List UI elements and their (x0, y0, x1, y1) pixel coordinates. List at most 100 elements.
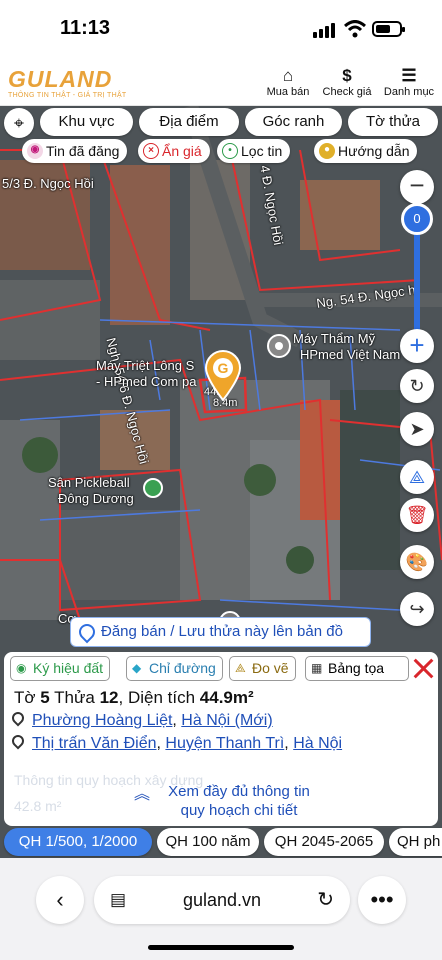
measure-icon: ⟁ (408, 467, 426, 487)
check-gia-label: Check giá (322, 86, 372, 98)
status-time: 11:13 (60, 17, 111, 39)
map-pin-icon (75, 620, 99, 644)
tab-ky-hieu-dat[interactable]: ◉ Ký hiệu đất (10, 656, 111, 681)
sheet-number: 5 (40, 688, 50, 707)
close-panel-button[interactable] (412, 657, 434, 679)
ellipsis-icon: ••• (370, 887, 394, 912)
reload-icon[interactable]: ↻ (317, 876, 334, 924)
measure-button[interactable]: ⟁ (400, 460, 434, 494)
chip-an-gia[interactable]: × Ẩn giá (138, 139, 210, 163)
house-icon: ⌂ (282, 66, 294, 85)
plot-prefix: Thửa (54, 688, 95, 707)
direction-icon: ◆ (132, 661, 142, 675)
navigation-arrow-icon: ➤ (409, 419, 425, 439)
status-bar: 11:13 (0, 0, 442, 58)
chevron-up-icon: ︽ (134, 786, 151, 803)
tab-chi-duong[interactable]: ◆ Chỉ đường (126, 656, 223, 681)
qh-tab-2045-2065[interactable]: QH 2045-2065 (264, 828, 384, 856)
planning-info-value: 42.8 m² (14, 798, 62, 814)
chip-label: Tin đã đăng (46, 143, 120, 159)
city-link[interactable]: Hà Nội (293, 735, 342, 752)
back-button[interactable]: ‹ (36, 876, 84, 924)
tab-label: Đo vẽ (252, 660, 289, 676)
chip-huong-dan[interactable]: ● Hướng dẫn (314, 139, 418, 163)
more-options-button[interactable]: ••• (358, 876, 406, 924)
locate-me-button[interactable]: ⌖ (4, 108, 34, 138)
poi-label: Máy Triệt Lông S (96, 358, 195, 373)
filter-khu-vuc[interactable]: Khu vực (40, 108, 133, 136)
delete-drawing-button[interactable]: 🗑 (400, 498, 434, 532)
palette-icon: ◉ (27, 143, 43, 159)
chip-tin-da-dang[interactable]: ◉ Tin đã đăng (22, 139, 128, 163)
danh-muc-label: Danh mục (383, 86, 435, 98)
dollar-icon: $ (342, 66, 352, 85)
post-listing-button[interactable]: Đăng bán / Lưu thửa này lên bản đồ (70, 617, 371, 647)
tabs-icon: ▤ (110, 890, 127, 909)
poi-label: Sân Pickleball (48, 475, 130, 490)
selected-plot-marker[interactable]: G (203, 349, 243, 401)
chip-label: Ẩn giá (162, 143, 202, 159)
app-header: GULAND THÔNG TIN THẬT - GIÁ TRỊ THẬT ⌂ M… (0, 58, 442, 106)
ward-link[interactable]: Phường Hoàng Liệt (32, 712, 172, 729)
qh-tab-100-nam[interactable]: QH 100 năm (157, 828, 259, 856)
tab-label: Chỉ đường (149, 660, 216, 676)
wifi-icon (344, 20, 366, 38)
zoom-slider-knob[interactable]: 0 (401, 203, 433, 235)
plot-area: 44.9m² (199, 688, 254, 707)
address-bar[interactable]: ▤ guland.vn ↻ (94, 876, 350, 924)
qh-tab-phan-khu[interactable]: QH ph (389, 828, 442, 856)
area-prefix: , Diện tích (118, 688, 196, 707)
guide-icon: ● (319, 143, 335, 159)
tab-do-ve[interactable]: ⟁ Đo vẽ (229, 656, 296, 681)
plot-title: Tờ 5 Thửa 12, Diện tích 44.9m² (14, 688, 254, 708)
zoom-in-button[interactable]: + (400, 329, 434, 363)
crosshair-icon: ⌖ (13, 113, 25, 133)
old-address: Thị trấn Văn Điển, Huyện Thanh Trì, Hà N… (9, 732, 342, 753)
zoom-out-button[interactable]: − (400, 170, 434, 204)
town-link[interactable]: Thị trấn Văn Điển (32, 735, 157, 752)
location-pin-icon (9, 732, 27, 750)
minus-icon: − (409, 170, 425, 200)
view-more-line1: Xem đầy đủ thông tin (168, 783, 310, 800)
new-address: Phường Hoàng Liệt, Hà Nội (Mới) (9, 709, 273, 730)
chip-label: Lọc tin (241, 143, 283, 159)
chevron-left-icon: ‹ (56, 887, 64, 912)
palette-icon: ◉ (16, 661, 27, 675)
chip-label: Hướng dẫn (338, 143, 410, 159)
filter-dia-diem[interactable]: Địa điểm (139, 108, 239, 136)
city-link[interactable]: Hà Nội (Mới) (181, 712, 272, 729)
poi-label: Đông Dương (58, 491, 134, 506)
zoom-slider-track[interactable] (414, 230, 420, 336)
ruler-icon: ⟁ (235, 661, 246, 675)
brand-tagline: THÔNG TIN THẬT - GIÁ TRỊ THẬT (8, 92, 127, 99)
filter-to-thua[interactable]: Tờ thửa (348, 108, 438, 136)
mua-ban-label: Mua bán (266, 86, 310, 98)
tab-label: Bảng tọa độ (328, 660, 385, 676)
chip-loc-tin[interactable]: • Lọc tin (217, 139, 291, 163)
guland-logo[interactable]: GULAND THÔNG TIN THẬT - GIÁ TRỊ THẬT (8, 66, 127, 99)
filter-goc-ranh[interactable]: Góc ranh (245, 108, 342, 136)
danh-muc-button[interactable]: ☰ Danh mục (382, 66, 436, 98)
post-listing-label: Đăng bán / Lưu thửa này lên bản đồ (101, 623, 343, 640)
layer-color-button[interactable]: 🎨 (400, 545, 434, 579)
signal-icon (313, 22, 339, 38)
view-full-planning-button[interactable]: ︽ Xem đầy đủ thông tin quy hoạch chi tiế… (124, 782, 354, 820)
refresh-map-button[interactable]: ↻ (400, 369, 434, 403)
navigate-button[interactable]: ➤ (400, 412, 434, 446)
mua-ban-button[interactable]: ⌂ Mua bán (266, 66, 310, 98)
trash-icon: 🗑 (405, 505, 429, 525)
url-text: guland.vn (182, 890, 262, 910)
refresh-icon: ↻ (409, 376, 425, 396)
tab-label: Ký hiệu đất (33, 660, 104, 676)
check-gia-button[interactable]: $ Check giá (321, 66, 373, 98)
palette-icon: 🎨 (405, 552, 429, 572)
share-button[interactable]: ↪ (400, 592, 434, 626)
qh-tab-1-500[interactable]: QH 1/500, 1/2000 (4, 828, 152, 856)
plus-icon: + (409, 330, 425, 360)
tab-bang-toa-do[interactable]: ▦ Bảng tọa độ (305, 656, 409, 681)
sheet-prefix: Tờ (14, 688, 36, 707)
district-link[interactable]: Huyện Thanh Trì (165, 735, 284, 752)
view-more-line2: quy hoạch chi tiết (180, 802, 298, 819)
home-indicator (148, 945, 294, 950)
street-label: 5/3 Đ. Ngọc Hồi (2, 176, 94, 191)
